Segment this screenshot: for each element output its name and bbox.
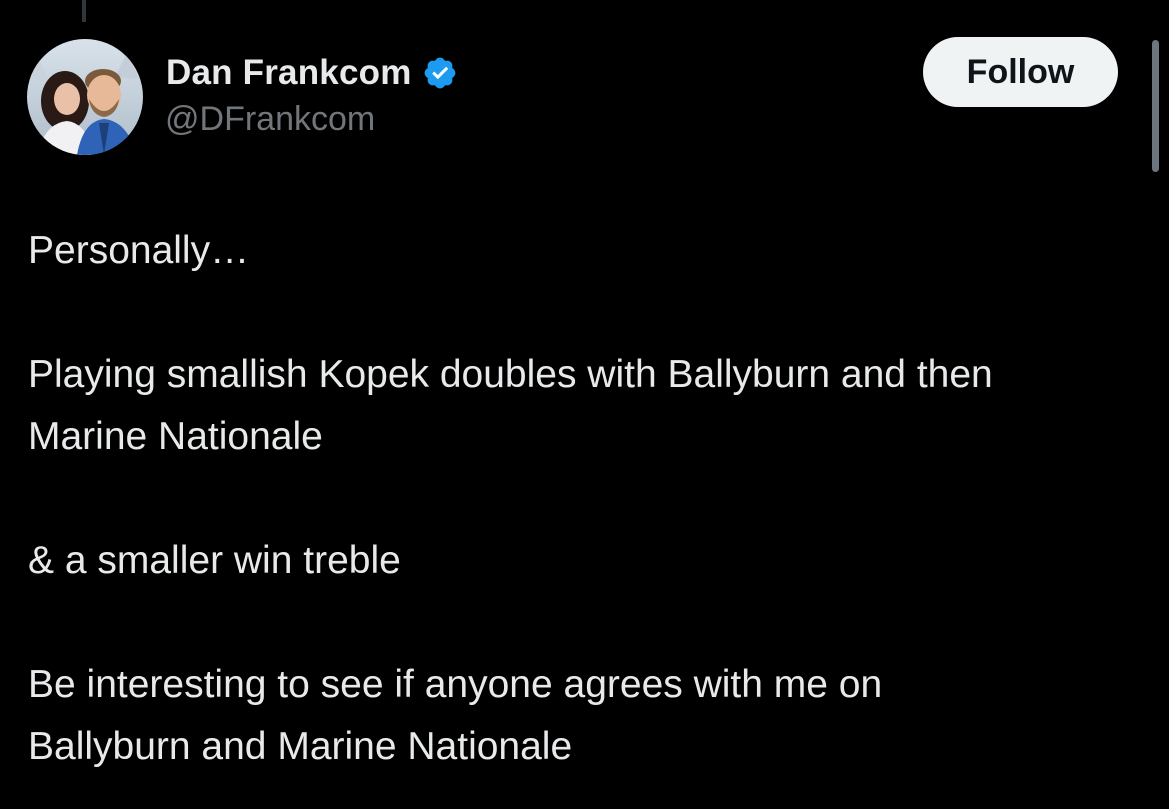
author-handle[interactable]: @DFrankcom <box>165 100 375 139</box>
verified-badge-icon[interactable] <box>422 55 458 91</box>
tweet-paragraph: Be interesting to see if anyone agrees w… <box>28 663 883 768</box>
avatar-image <box>27 39 143 155</box>
scrollbar-thumb[interactable] <box>1152 40 1159 172</box>
author-name-row[interactable]: Dan Frankcom <box>166 50 458 96</box>
tweet-paragraph: Personally… <box>28 229 250 272</box>
thread-connector-line <box>82 0 86 22</box>
tweet-paragraph: & a smaller win treble <box>28 539 401 582</box>
author-display-name[interactable]: Dan Frankcom <box>166 53 412 93</box>
tweet-text: Personally… Playing smallish Kopek doubl… <box>28 220 1128 778</box>
avatar[interactable] <box>27 39 143 155</box>
follow-button[interactable]: Follow <box>923 37 1118 107</box>
tweet-paragraph: Playing smallish Kopek doubles with Ball… <box>28 353 993 458</box>
